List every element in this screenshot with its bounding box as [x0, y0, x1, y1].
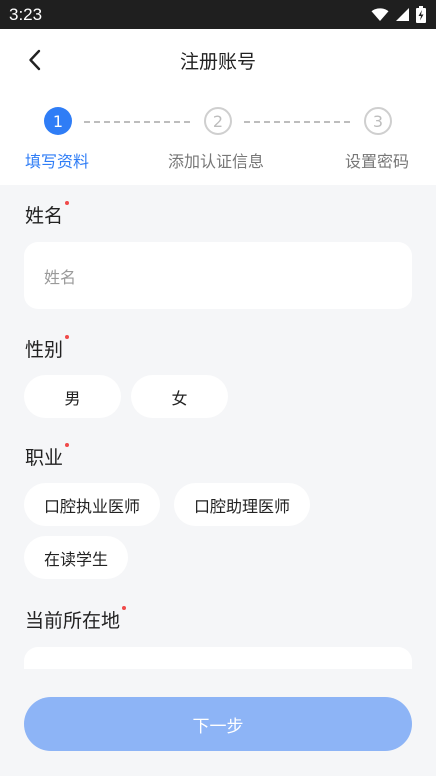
chevron-left-icon	[29, 49, 41, 71]
gender-label-wrap: 性别	[25, 335, 70, 362]
location-input[interactable]	[24, 647, 412, 669]
status-bar: 3:23	[0, 0, 436, 29]
required-marker	[65, 443, 70, 447]
required-marker	[122, 606, 127, 610]
name-label: 姓名	[25, 205, 64, 227]
form-content: 姓名 姓名 性别 男 女 职业 口腔执业医师 口腔助理医师 在读学生 当前所在地	[0, 185, 436, 669]
step-3-circle: 3	[364, 107, 392, 135]
page-title: 注册账号	[179, 50, 256, 73]
occupation-option-licensed-dentist[interactable]: 口腔执业医师	[24, 483, 161, 526]
gender-option-male[interactable]: 男	[24, 375, 121, 418]
gender-label: 性别	[25, 339, 64, 361]
step-connector-1	[84, 121, 190, 123]
gender-option-female[interactable]: 女	[131, 375, 228, 418]
step-2-circle: 2	[204, 107, 232, 135]
wifi-icon	[371, 7, 389, 21]
status-time: 3:23	[9, 4, 43, 24]
step-3-label: 设置密码	[345, 152, 410, 171]
step-2-label: 添加认证信息	[168, 152, 265, 171]
next-button[interactable]: 下一步	[24, 697, 412, 751]
name-input[interactable]: 姓名	[24, 242, 412, 309]
signal-icon	[396, 8, 409, 21]
occupation-option-student[interactable]: 在读学生	[24, 536, 129, 579]
required-marker	[65, 201, 70, 205]
required-marker	[65, 335, 70, 339]
back-button[interactable]	[18, 43, 52, 77]
location-label-wrap: 当前所在地	[25, 606, 127, 633]
name-label-wrap: 姓名	[25, 201, 70, 228]
step-1-circle: 1	[44, 107, 72, 135]
location-label: 当前所在地	[25, 610, 121, 632]
battery-icon	[416, 6, 426, 23]
status-icons	[371, 6, 426, 23]
nav-bar: 注册账号	[0, 29, 436, 91]
occupation-label-wrap: 职业	[25, 443, 70, 470]
step-1-label: 填写资料	[25, 152, 90, 171]
registration-stepper: 1 2 3 填写资料 添加认证信息 设置密码	[0, 105, 436, 175]
occupation-option-assistant-dentist[interactable]: 口腔助理医师	[174, 483, 311, 526]
occupation-label: 职业	[25, 447, 64, 469]
step-connector-2	[244, 121, 350, 123]
